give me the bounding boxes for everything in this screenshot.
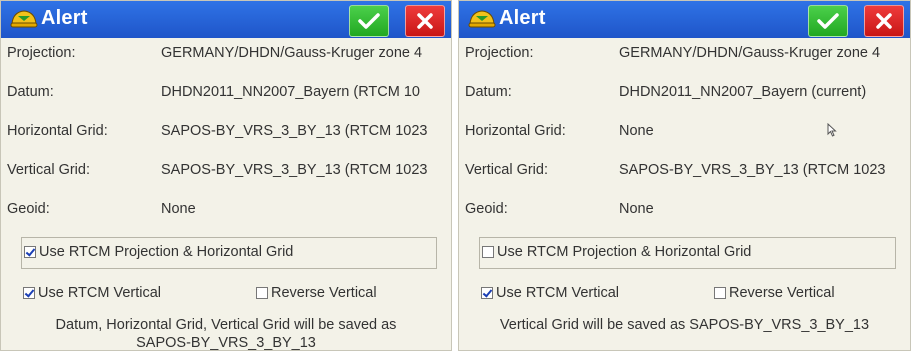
geoid-value: None: [161, 201, 196, 217]
use-rtcm-vertical-checkbox[interactable]: Use RTCM Vertical: [23, 285, 161, 301]
checkbox-unchecked-icon[interactable]: [482, 246, 494, 258]
save-message-line1: Vertical Grid will be saved as SAPOS-BY_…: [499, 317, 870, 333]
geoid-row: Geoid: None: [459, 199, 910, 238]
hardhat-app-icon: [468, 10, 496, 28]
checkmark-icon: [817, 13, 839, 29]
mouse-pointer-icon: [827, 123, 837, 137]
datum-value: DHDN2011_NN2007_Bayern (RTCM 10: [161, 84, 420, 100]
use-rtcm-projection-checkbox[interactable]: Use RTCM Projection & Horizontal Grid: [482, 244, 751, 260]
geoid-row: Geoid: None: [1, 199, 451, 238]
projection-label: Projection:: [7, 45, 76, 61]
checkbox-checked-icon[interactable]: [23, 287, 35, 299]
vertical-grid-value: SAPOS-BY_VRS_3_BY_13 (RTCM 1023: [161, 162, 428, 178]
save-message: Datum, Horizontal Grid, Vertical Grid wi…: [1, 316, 451, 351]
geoid-value: None: [619, 201, 654, 217]
vertical-grid-row: Vertical Grid: SAPOS-BY_VRS_3_BY_13 (RTC…: [1, 160, 451, 199]
use-rtcm-projection-label: Use RTCM Projection & Horizontal Grid: [497, 244, 752, 260]
horizontal-grid-row: Horizontal Grid: None: [459, 121, 910, 160]
datum-row: Datum: DHDN2011_NN2007_Bayern (RTCM 10: [1, 82, 451, 121]
vertical-grid-label: Vertical Grid:: [7, 162, 90, 178]
title-bar: Alert: [1, 1, 451, 38]
datum-label: Datum:: [7, 84, 54, 100]
projection-value: GERMANY/DHDN/Gauss-Kruger zone 4: [619, 45, 881, 61]
alert-dialog-right: Alert Projection: GERMANY/DHDN/Gauss-Kru…: [458, 0, 911, 351]
projection-label: Projection:: [465, 45, 534, 61]
alert-dialog-left: Alert Projection: GERMANY/DHDN/Gauss-Kru…: [0, 0, 452, 351]
hardhat-app-icon: [10, 10, 38, 28]
datum-row: Datum: DHDN2011_NN2007_Bayern (current): [459, 82, 910, 121]
use-rtcm-projection-label: Use RTCM Projection & Horizontal Grid: [39, 244, 294, 260]
save-message-line1: Datum, Horizontal Grid, Vertical Grid wi…: [55, 317, 397, 333]
close-x-icon: [417, 13, 433, 29]
cancel-button[interactable]: [864, 5, 904, 37]
reverse-vertical-checkbox[interactable]: Reverse Vertical: [256, 285, 377, 301]
checkbox-unchecked-icon[interactable]: [714, 287, 726, 299]
dialog-title: Alert: [499, 7, 546, 29]
use-rtcm-projection-checkbox[interactable]: Use RTCM Projection & Horizontal Grid: [24, 244, 293, 260]
rtcm-projection-group: Use RTCM Projection & Horizontal Grid: [21, 237, 437, 269]
projection-row: Projection: GERMANY/DHDN/Gauss-Kruger zo…: [459, 43, 910, 82]
reverse-vertical-label: Reverse Vertical: [729, 285, 835, 301]
vertical-grid-value: SAPOS-BY_VRS_3_BY_13 (RTCM 1023: [619, 162, 886, 178]
dialog-title: Alert: [41, 7, 88, 29]
title-bar: Alert: [459, 1, 910, 38]
checkmark-icon: [358, 13, 380, 29]
ok-button[interactable]: [808, 5, 848, 37]
use-rtcm-vertical-label: Use RTCM Vertical: [38, 285, 162, 301]
ok-button[interactable]: [349, 5, 389, 37]
close-x-icon: [876, 13, 892, 29]
cancel-button[interactable]: [405, 5, 445, 37]
vertical-grid-row: Vertical Grid: SAPOS-BY_VRS_3_BY_13 (RTC…: [459, 160, 910, 199]
checkbox-unchecked-icon[interactable]: [256, 287, 268, 299]
horizontal-grid-row: Horizontal Grid: SAPOS-BY_VRS_3_BY_13 (R…: [1, 121, 451, 160]
save-message-line2: SAPOS-BY_VRS_3_BY_13: [136, 335, 316, 351]
projection-value: GERMANY/DHDN/Gauss-Kruger zone 4: [161, 45, 423, 61]
reverse-vertical-label: Reverse Vertical: [271, 285, 377, 301]
use-rtcm-vertical-checkbox[interactable]: Use RTCM Vertical: [481, 285, 619, 301]
vertical-grid-label: Vertical Grid:: [465, 162, 548, 178]
horizontal-grid-value: SAPOS-BY_VRS_3_BY_13 (RTCM 1023: [161, 123, 428, 139]
projection-row: Projection: GERMANY/DHDN/Gauss-Kruger zo…: [1, 43, 451, 82]
datum-label: Datum:: [465, 84, 512, 100]
checkbox-checked-icon[interactable]: [481, 287, 493, 299]
geoid-label: Geoid:: [7, 201, 50, 217]
horizontal-grid-value: None: [619, 123, 654, 139]
horizontal-grid-label: Horizontal Grid:: [465, 123, 566, 139]
reverse-vertical-checkbox[interactable]: Reverse Vertical: [714, 285, 835, 301]
geoid-label: Geoid:: [465, 201, 508, 217]
checkbox-checked-icon[interactable]: [24, 246, 36, 258]
horizontal-grid-label: Horizontal Grid:: [7, 123, 108, 139]
use-rtcm-vertical-label: Use RTCM Vertical: [496, 285, 620, 301]
save-message: Vertical Grid will be saved as SAPOS-BY_…: [459, 316, 910, 334]
datum-value: DHDN2011_NN2007_Bayern (current): [619, 84, 867, 100]
rtcm-projection-group: Use RTCM Projection & Horizontal Grid: [479, 237, 896, 269]
